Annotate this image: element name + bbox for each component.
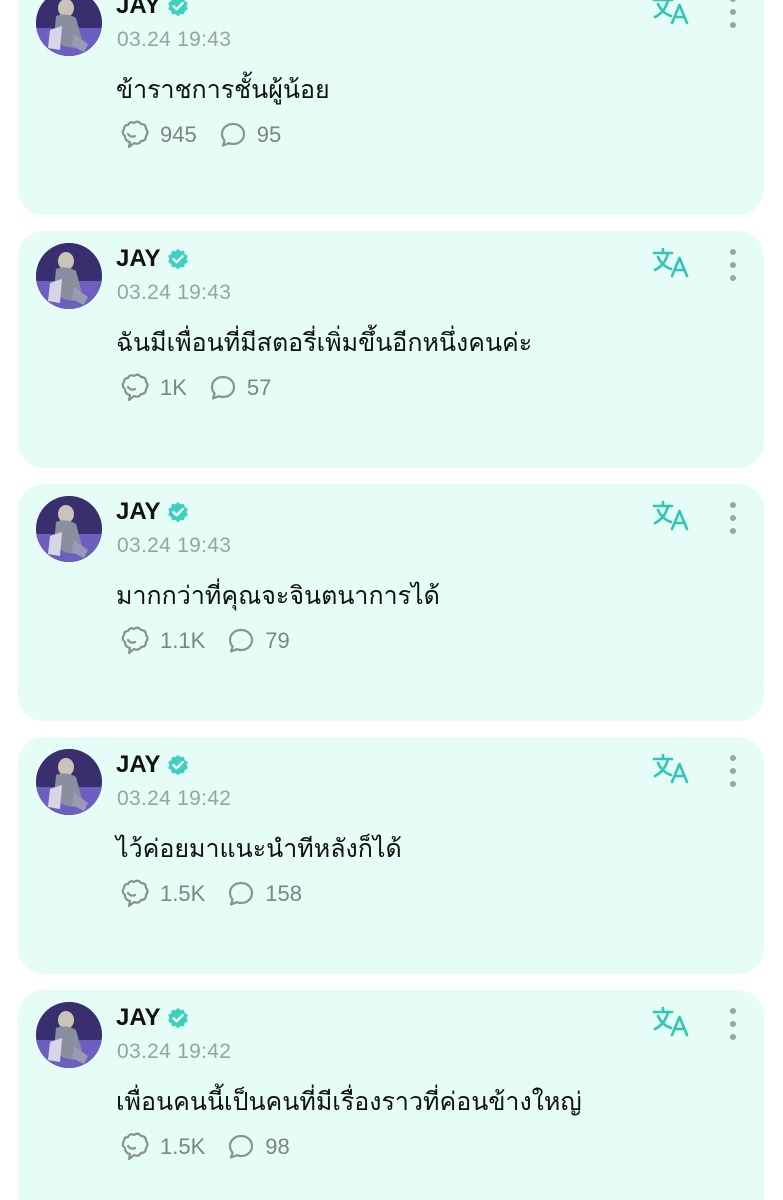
comment-bubble-icon	[219, 121, 247, 149]
comment-count: 158	[265, 881, 302, 906]
reaction-button[interactable]: 945	[118, 120, 197, 150]
post-text: ฉันมีเพื่อนที่มีสตอรี่เพิ่มขึ้นอีกหนึ่งค…	[116, 328, 533, 357]
comment-bubble-icon	[209, 374, 237, 402]
post-timestamp: 03.24 19:43	[117, 28, 232, 51]
author-name[interactable]: JAY	[116, 1004, 190, 1032]
verified-badge-icon	[166, 0, 190, 18]
reaction-button[interactable]: 1.5K	[118, 1132, 205, 1162]
post-card[interactable]: JAY 03.24 19:43 ฉันมีเพื่อนที่มีสตอรี่เพ…	[18, 231, 764, 468]
avatar[interactable]	[36, 749, 102, 815]
post-card[interactable]: JAY 03.24 19:43 มากกว่าที่คุณจะจินตนาการ…	[18, 484, 764, 721]
bubbles-reaction-icon	[118, 120, 150, 150]
author-name-text: JAY	[116, 0, 161, 19]
post-card[interactable]: JAY 03.24 19:43 ข้าราชการชั้นผู้น้อย 945…	[18, 0, 764, 215]
reaction-count: 1K	[160, 375, 187, 400]
verified-badge-icon	[166, 1006, 190, 1030]
post-stats: 1.1K 79	[118, 626, 312, 656]
translate-icon[interactable]	[652, 751, 692, 787]
post-timestamp: 03.24 19:42	[117, 787, 232, 810]
more-options-icon[interactable]	[718, 500, 748, 536]
translate-icon[interactable]	[652, 1004, 692, 1040]
reaction-count: 1.5K	[160, 1134, 206, 1159]
comment-button[interactable]: 98	[227, 1133, 290, 1161]
comment-count: 79	[265, 628, 290, 653]
reaction-count: 1.5K	[160, 881, 206, 906]
post-card[interactable]: JAY 03.24 19:42 ไว้ค่อยมาแนะนำทีหลังก็ได…	[18, 737, 764, 974]
author-name[interactable]: JAY	[116, 245, 190, 273]
comment-button[interactable]: 158	[227, 880, 302, 908]
avatar[interactable]	[36, 0, 102, 56]
author-name-text: JAY	[116, 751, 161, 778]
comment-button[interactable]: 79	[227, 627, 290, 655]
post-feed: JAY 03.24 19:43 ข้าราชการชั้นผู้น้อย 945…	[0, 0, 783, 1200]
post-stats: 1K 57	[118, 373, 293, 403]
translate-icon[interactable]	[652, 498, 692, 534]
reaction-button[interactable]: 1.1K	[118, 626, 205, 656]
verified-badge-icon	[166, 500, 190, 524]
comment-bubble-icon	[227, 880, 255, 908]
more-options-icon[interactable]	[718, 753, 748, 789]
avatar[interactable]	[36, 496, 102, 562]
more-options-icon[interactable]	[718, 247, 748, 283]
post-text: มากกว่าที่คุณจะจินตนาการได้	[116, 581, 440, 610]
comment-button[interactable]: 57	[209, 374, 271, 402]
comment-count: 57	[246, 375, 272, 400]
more-options-icon[interactable]	[718, 1006, 748, 1042]
post-timestamp: 03.24 19:42	[117, 1040, 232, 1063]
bubbles-reaction-icon	[118, 879, 150, 909]
comment-bubble-icon	[227, 627, 255, 655]
verified-badge-icon	[166, 753, 190, 777]
post-timestamp: 03.24 19:43	[117, 281, 232, 304]
post-stats: 945 95	[118, 120, 303, 150]
author-name-text: JAY	[116, 245, 161, 272]
comment-button[interactable]: 95	[219, 121, 281, 149]
translate-icon[interactable]	[652, 245, 692, 281]
bubbles-reaction-icon	[118, 1132, 150, 1162]
comment-count: 95	[256, 122, 282, 147]
post-text: ไว้ค่อยมาแนะนำทีหลังก็ได้	[116, 834, 402, 863]
avatar[interactable]	[36, 1002, 102, 1068]
bubbles-reaction-icon	[118, 373, 150, 403]
post-stats: 1.5K 158	[118, 879, 324, 909]
author-name-text: JAY	[116, 498, 161, 525]
reaction-count: 945	[160, 122, 197, 147]
author-name[interactable]: JAY	[116, 0, 190, 20]
author-name[interactable]: JAY	[116, 498, 190, 526]
comment-count: 98	[265, 1134, 290, 1159]
reaction-button[interactable]: 1.5K	[118, 879, 205, 909]
post-timestamp: 03.24 19:43	[117, 534, 232, 557]
avatar[interactable]	[36, 243, 102, 309]
more-options-icon[interactable]	[718, 0, 748, 30]
post-card[interactable]: JAY 03.24 19:42 เพื่อนคนนี้เป็นคนที่มีเร…	[18, 990, 764, 1200]
bubbles-reaction-icon	[118, 626, 150, 656]
translate-icon[interactable]	[652, 0, 692, 28]
reaction-button[interactable]: 1K	[118, 373, 187, 403]
comment-bubble-icon	[227, 1133, 255, 1161]
author-name-text: JAY	[116, 1004, 161, 1031]
post-text: เพื่อนคนนี้เป็นคนที่มีเรื่องราวที่ค่อนข้…	[116, 1087, 582, 1116]
author-name[interactable]: JAY	[116, 751, 190, 779]
post-stats: 1.5K 98	[118, 1132, 312, 1162]
verified-badge-icon	[166, 247, 190, 271]
reaction-count: 1.1K	[160, 628, 206, 653]
post-text: ข้าราชการชั้นผู้น้อย	[116, 75, 330, 104]
